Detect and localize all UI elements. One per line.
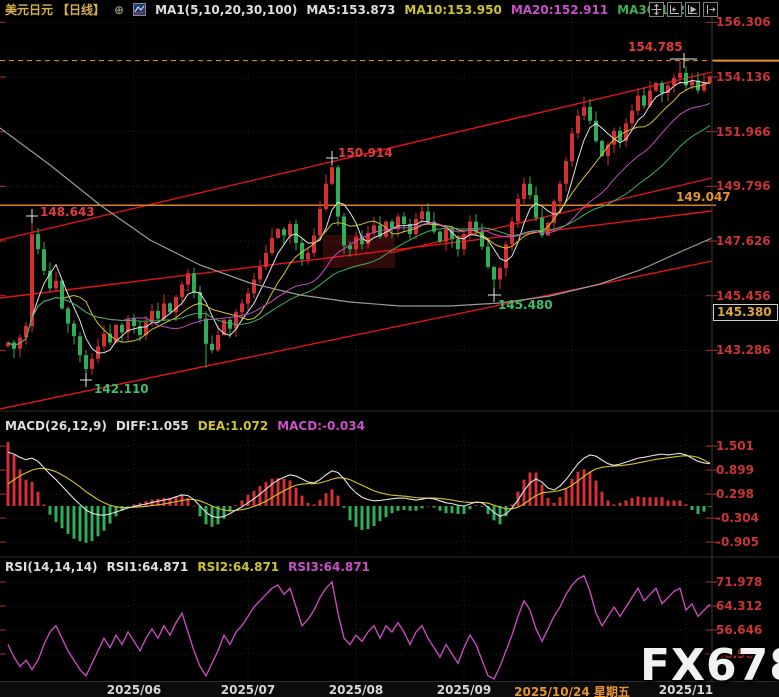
price-axis-label: 156.306 bbox=[716, 15, 771, 29]
macd-axis-label: 1.501 bbox=[716, 439, 754, 453]
price-axis-label: 154.136 bbox=[716, 70, 771, 84]
time-axis-label: 2025/10/24 星期五 bbox=[514, 683, 630, 697]
macd-axis-label: 0.298 bbox=[716, 487, 754, 501]
rsi-axis-label: 71.978 bbox=[716, 575, 762, 589]
main-chart-header: 美元日元 【日线】 ⊕ MA1(5,10,20,30,100) MA5:153.… bbox=[5, 1, 698, 18]
timeframe-label: 【日线】 bbox=[57, 1, 105, 18]
axis-shift-right-button[interactable] bbox=[703, 2, 718, 17]
price-axis-label: 143.286 bbox=[716, 343, 771, 357]
time-axis-label: 2025/06 bbox=[107, 683, 161, 697]
ma5-value: MA5:153.873 bbox=[306, 3, 395, 17]
symbol-title: 美元日元 bbox=[5, 1, 53, 18]
rsi1-value: RSI1:64.871 bbox=[107, 560, 189, 574]
rsi-axis-label: 64.312 bbox=[716, 599, 762, 613]
time-axis-label: 2025/08 bbox=[329, 683, 383, 697]
macd-axis-label: -0.905 bbox=[716, 535, 759, 549]
rsi3-value: RSI3:64.871 bbox=[288, 560, 370, 574]
watermark: FX678 bbox=[640, 640, 779, 691]
axis-shift-right-icon bbox=[704, 3, 717, 16]
ma-params-label: MA1(5,10,20,30,100) bbox=[155, 3, 297, 17]
chart-canvas[interactable] bbox=[0, 0, 779, 697]
price-axis-label: 145.456 bbox=[716, 289, 771, 303]
price-annotation: 148.643 bbox=[40, 205, 95, 219]
macd-value: MACD:-0.034 bbox=[277, 419, 365, 433]
macd-dea-value: DEA:1.072 bbox=[198, 419, 268, 433]
mini-chart-icon[interactable] bbox=[133, 3, 146, 16]
price-annotation: 154.785 bbox=[628, 40, 683, 54]
macd-params-label: MACD(26,12,9) bbox=[5, 419, 107, 433]
axis-bracket-icon bbox=[668, 3, 681, 16]
axis-play-icon bbox=[686, 3, 699, 16]
rsi-params-label: RSI(14,14,14) bbox=[5, 560, 98, 574]
price-annotation: 142.110 bbox=[94, 382, 149, 396]
axis-play-button[interactable] bbox=[685, 2, 700, 17]
axis-bracket-button[interactable] bbox=[667, 2, 682, 17]
price-annotation: 150.914 bbox=[338, 146, 393, 160]
rsi2-value: RSI2:64.871 bbox=[197, 560, 279, 574]
chart-toolbar bbox=[649, 2, 718, 17]
macd-diff-value: DIFF:1.055 bbox=[116, 419, 189, 433]
price-marker-box: 145.380 bbox=[713, 304, 778, 321]
trading-chart-app: 美元日元 【日线】 ⊕ MA1(5,10,20,30,100) MA5:153.… bbox=[0, 0, 779, 697]
macd-header: MACD(26,12,9) DIFF:1.055 DEA:1.072 MACD:… bbox=[5, 419, 365, 433]
move-cross-icon bbox=[650, 3, 663, 16]
rsi-header: RSI(14,14,14) RSI1:64.871 RSI2:64.871 RS… bbox=[5, 560, 370, 574]
macd-axis-label: -0.304 bbox=[716, 511, 759, 525]
price-axis-label: 147.626 bbox=[716, 234, 771, 248]
add-indicator-icon[interactable]: ⊕ bbox=[114, 3, 124, 17]
ma10-value: MA10:153.950 bbox=[404, 3, 501, 17]
move-cross-button[interactable] bbox=[649, 2, 664, 17]
price-annotation: 149.047 bbox=[676, 190, 731, 204]
time-axis-label: 2025/07 bbox=[221, 683, 275, 697]
rsi-axis-label: 56.646 bbox=[716, 623, 762, 637]
price-annotation: 145.480 bbox=[498, 298, 553, 312]
ma20-value: MA20:152.911 bbox=[511, 3, 608, 17]
time-axis-label: 2025/09 bbox=[437, 683, 491, 697]
price-axis-label: 151.966 bbox=[716, 125, 771, 139]
macd-axis-label: 0.899 bbox=[716, 463, 754, 477]
